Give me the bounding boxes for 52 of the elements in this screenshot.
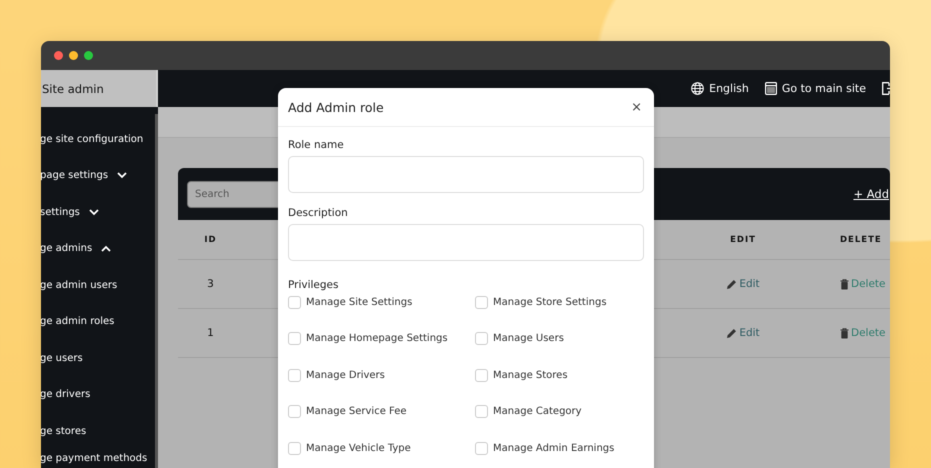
checkbox-label: Manage Drivers [306, 370, 385, 380]
checkbox-label: Manage Site Settings [306, 296, 412, 308]
checkbox[interactable] [288, 332, 301, 345]
id-cell: 3 [178, 260, 243, 309]
maximize-window-icon[interactable] [84, 51, 93, 60]
chevron-down-icon [117, 172, 128, 180]
checkbox-label: Manage Category [493, 406, 582, 417]
column-header: DELETE [798, 220, 890, 260]
edit-link[interactable]: Edit [726, 278, 760, 290]
checkbox[interactable] [288, 442, 301, 454]
checkbox-label: Manage Stores [493, 370, 568, 380]
id-cell: 1 [178, 309, 243, 358]
column-header: EDIT [688, 220, 798, 260]
checkbox[interactable] [475, 296, 488, 308]
column-header: ID [178, 220, 243, 260]
checkbox-label: Manage Store Settings [493, 296, 607, 308]
privileges-label: Privileges [288, 279, 340, 291]
chevron-down-icon [88, 208, 99, 216]
checkbox[interactable] [475, 442, 488, 454]
checkbox[interactable] [475, 405, 488, 418]
edit-link[interactable]: Edit [726, 327, 760, 339]
checkbox-label: Manage Homepage Settings [306, 333, 448, 344]
chevron-up-icon [101, 245, 112, 252]
sidebar-item[interactable]: page settings [41, 158, 158, 194]
language-link[interactable]: English [691, 82, 749, 95]
sidebar-title: Site admin [41, 70, 158, 107]
close-button[interactable]: × [629, 100, 644, 114]
checkbox[interactable] [288, 368, 301, 382]
main-site-link[interactable]: Go to main site [764, 82, 866, 95]
add-link[interactable]: + Add [853, 187, 889, 201]
checkbox[interactable] [288, 296, 301, 308]
scrollbar[interactable] [155, 114, 158, 468]
input-field[interactable] [288, 156, 644, 193]
trash-icon [840, 278, 849, 290]
field-label: Role name [288, 139, 345, 151]
checkbox[interactable] [475, 332, 488, 345]
checkbox-label: Manage Service Fee [306, 406, 407, 417]
field-label: Description [288, 207, 349, 219]
close-window-icon[interactable] [54, 51, 63, 60]
pencil-icon [726, 328, 738, 338]
checkbox[interactable] [475, 368, 488, 382]
checkbox-label: Manage Users [493, 333, 564, 344]
trash-icon [840, 328, 849, 338]
checkbox-label: Manage Vehicle Type [306, 442, 411, 454]
checkbox-label: Manage Admin Earnings [493, 442, 614, 454]
globe-icon [691, 82, 704, 95]
minimize-window-icon[interactable] [69, 51, 78, 60]
checkbox[interactable] [288, 405, 301, 418]
modal-title: Add Admin role [288, 100, 384, 114]
pencil-icon [726, 278, 738, 290]
input-field[interactable] [288, 224, 644, 261]
window-icon [764, 82, 777, 95]
